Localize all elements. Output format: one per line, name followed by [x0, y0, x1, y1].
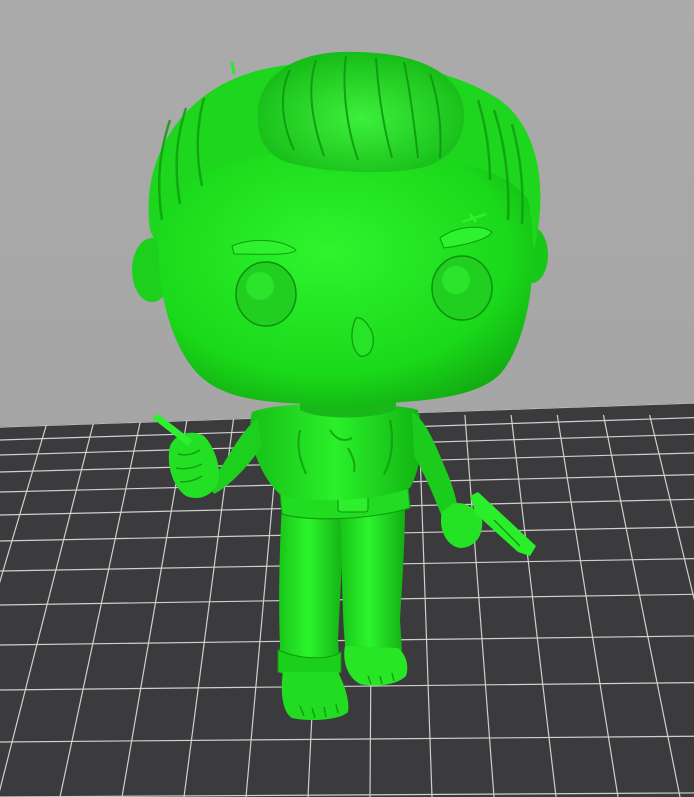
model-leg-right [340, 505, 405, 662]
model-antenna-nub [230, 61, 236, 75]
model-eye-left-highlight [246, 272, 274, 300]
scene [0, 0, 694, 797]
model-torso [250, 403, 422, 501]
3d-viewport[interactable] [0, 0, 694, 797]
model-leg-left [278, 500, 345, 677]
model-eye-right-highlight [442, 266, 470, 294]
model-hair-quiff [257, 51, 465, 173]
